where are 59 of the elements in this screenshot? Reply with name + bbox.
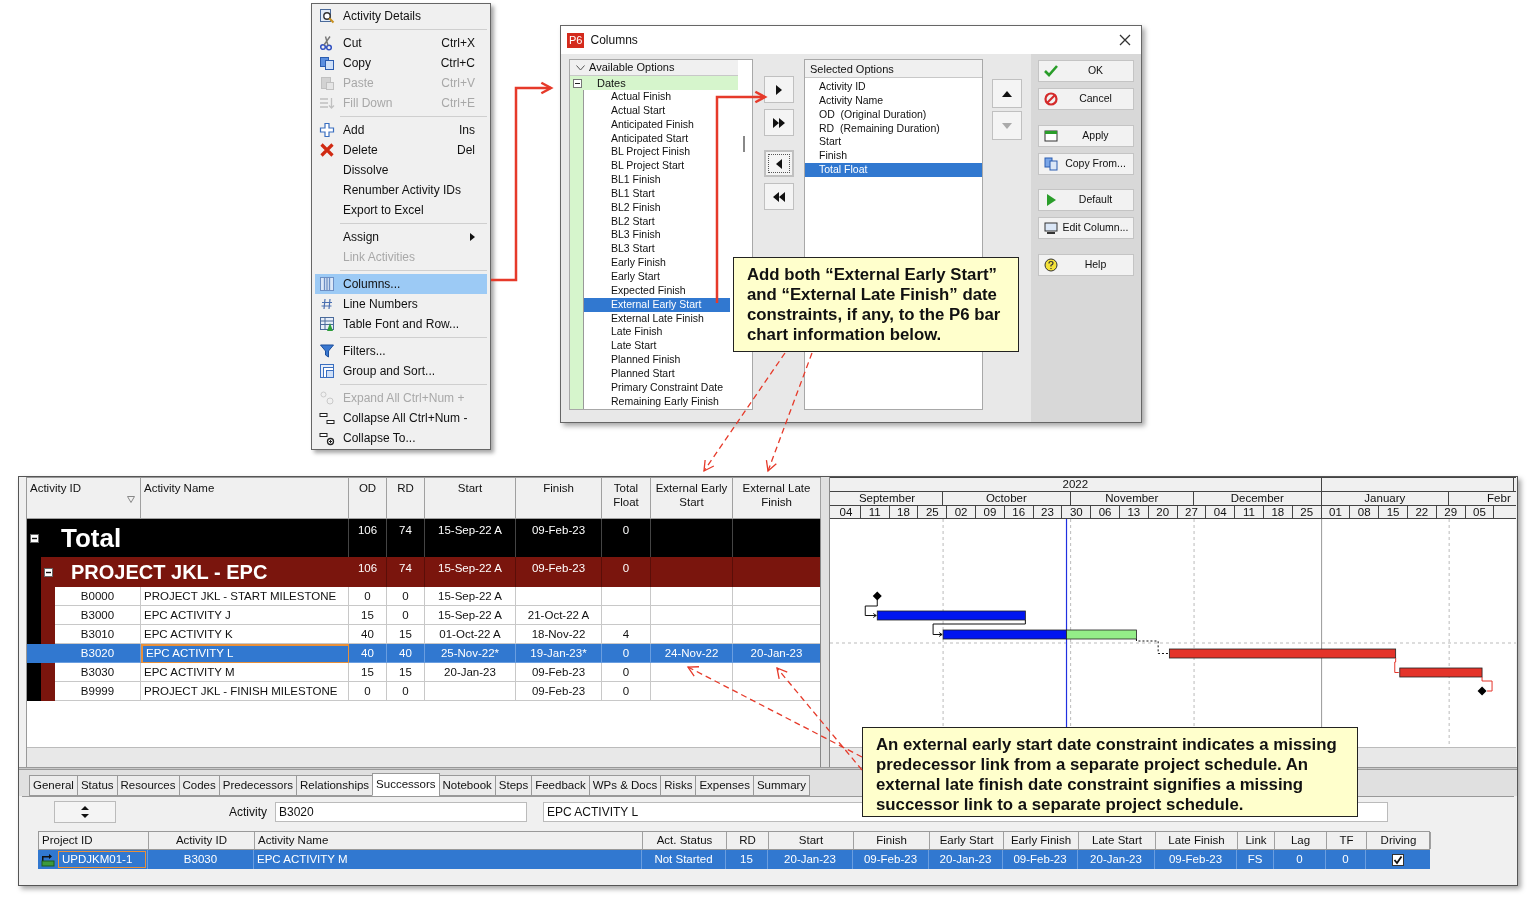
table-cell: 20-Jan-23 <box>929 850 1003 869</box>
table-cell: Not Started <box>642 850 726 869</box>
shortcut-text: Ctrl+E <box>441 95 475 112</box>
table-cell: 0 <box>1326 850 1366 869</box>
week-label: 29 <box>1436 506 1466 518</box>
table-cell: B3030 <box>148 850 254 869</box>
week-label: 02 <box>947 506 976 518</box>
table-cell: 20-Jan-23 <box>1078 850 1155 869</box>
month-label: November <box>1105 492 1159 504</box>
list-header: Selected Options <box>805 60 982 78</box>
month-label: December <box>1230 492 1284 504</box>
callout-tooltip: Add both “External Early Start” and “External Late Finish” date constraints, if any, to the P6 bar chart information below. <box>733 257 1019 352</box>
list-header: Available Options <box>570 60 738 76</box>
week-label: 18 <box>1263 506 1293 518</box>
shortcut-text: Ins <box>459 122 475 139</box>
week-label: 04 <box>832 506 861 518</box>
week-label: 09 <box>976 506 1005 518</box>
week-label: 01 <box>1321 506 1351 518</box>
group-title: Total <box>61 522 122 555</box>
shortcut-text: Ctrl+V <box>441 75 475 92</box>
week-label: 25 <box>918 506 948 518</box>
field-label: Activity <box>228 803 267 821</box>
week-label: 18 <box>889 506 919 518</box>
table-cell: 09-Feb-23 <box>853 850 929 869</box>
week-label: 05 <box>1465 506 1495 518</box>
week-label: 30 <box>1062 506 1092 518</box>
week-label: 20 <box>1148 506 1178 518</box>
week-label: 23 <box>1033 506 1063 518</box>
week-label: 22 <box>1407 506 1437 518</box>
table-cell: EPC ACTIVITY M <box>254 850 642 869</box>
month-label: Febr <box>1487 492 1511 504</box>
shortcut-text: Ctrl+C <box>440 55 475 72</box>
table-cell: 09-Feb-23 <box>1155 850 1237 869</box>
week-label: 06 <box>1091 506 1120 518</box>
table-cell: EPC ACTIVITY K <box>141 625 349 644</box>
week-label: 13 <box>1119 506 1149 518</box>
table-cell: 0 <box>1274 850 1326 869</box>
table-cell: FS <box>1237 850 1274 869</box>
table-cell: UPDJKM01-1 <box>58 851 146 868</box>
month-label: January <box>1364 492 1406 504</box>
callout-tooltip: An external early start date constraint indicates a missing predecessor link from a separate project schedule. An external late finish date constraint signifies a missing successor link to a separate project schedule. <box>862 727 1358 817</box>
week-label: 25 <box>1292 506 1322 518</box>
group-title: PROJECT JKL - EPC <box>71 560 268 585</box>
app-logo: P6 <box>567 32 585 48</box>
shortcut-text: Ctrl+X <box>441 35 475 52</box>
week-label: 08 <box>1350 506 1380 518</box>
week-label: 16 <box>1004 506 1034 518</box>
week-label: 15 <box>1379 506 1408 518</box>
month-label: October <box>985 492 1027 504</box>
window-title: Columns <box>590 32 639 49</box>
month-label: September <box>858 492 916 504</box>
week-label: 27 <box>1177 506 1207 518</box>
week-label: 04 <box>1206 506 1236 518</box>
week-label: 11 <box>860 506 890 518</box>
shortcut-text: Del <box>457 142 475 159</box>
table-cell: 15 <box>726 850 768 869</box>
table-cell: 20-Jan-23 <box>768 850 853 869</box>
week-label: 11 <box>1235 506 1264 518</box>
table-cell: 09-Feb-23 <box>1003 850 1078 869</box>
